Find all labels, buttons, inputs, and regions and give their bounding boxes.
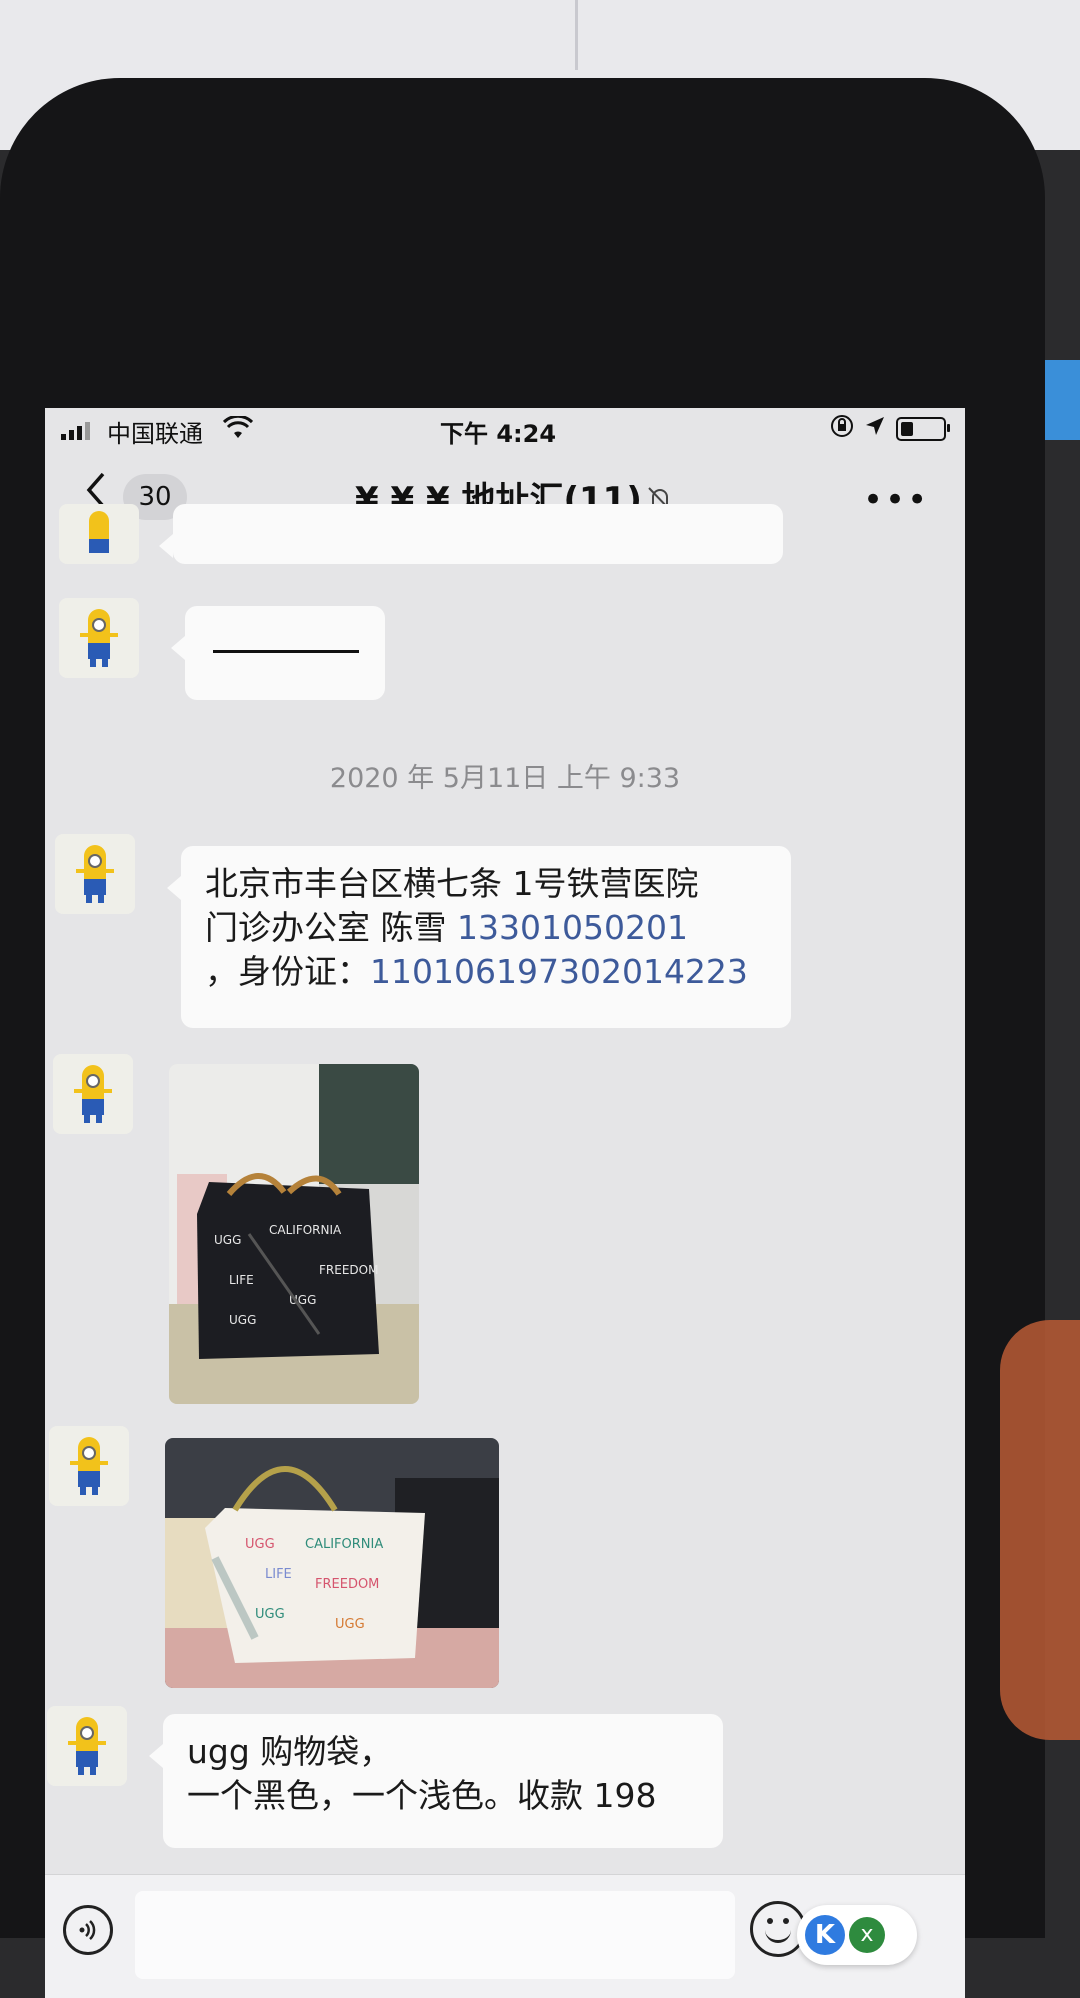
- phone-frame: 中国联通 下午 4:24 30 ¥ ¥ ¥ 地址汇(11) ••• 2020 年…: [0, 78, 1045, 1998]
- svg-text:UGG: UGG: [214, 1233, 241, 1247]
- rotation-lock-icon: [830, 414, 854, 444]
- avatar[interactable]: [47, 1706, 127, 1786]
- id-number-link[interactable]: 110106197302014223: [370, 952, 748, 991]
- chat-messages[interactable]: 2020 年 5月11日 上午 9:33 北京市丰台区横七条 1号铁营医院 门诊…: [45, 504, 965, 1874]
- product-line-2: 一个黑色，一个浅色。收款 198: [187, 1776, 657, 1815]
- recipient-text: 门诊办公室 陈雪: [205, 908, 457, 947]
- svg-text:FREEDOM: FREEDOM: [315, 1577, 379, 1592]
- dash-message-bubble[interactable]: [171, 606, 385, 700]
- floating-app-badge[interactable]: K x: [797, 1905, 917, 1965]
- monitor-divider: [575, 0, 578, 70]
- svg-text:CALIFORNIA: CALIFORNIA: [269, 1223, 342, 1237]
- voice-input-icon[interactable]: [63, 1905, 113, 1955]
- product-line-1: ugg 购物袋，: [187, 1732, 393, 1771]
- background-strip: [1045, 360, 1080, 440]
- finger-holding-phone: [1000, 1320, 1080, 1740]
- address-line-2: 门诊办公室 陈雪 13301050201: [205, 906, 767, 950]
- input-bar: K x: [45, 1874, 965, 1998]
- carrier-name: 中国联通: [107, 420, 203, 448]
- more-menu-icon[interactable]: •••: [863, 480, 929, 520]
- svg-text:CALIFORNIA: CALIFORNIA: [305, 1537, 383, 1552]
- avatar[interactable]: [59, 598, 139, 678]
- signal-icon: [61, 422, 90, 440]
- svg-text:UGG: UGG: [245, 1537, 275, 1552]
- address-line-1: 北京市丰台区横七条 1号铁营医院: [205, 864, 699, 903]
- k-app-icon[interactable]: K: [805, 1915, 845, 1955]
- status-icons: [830, 414, 950, 444]
- message-timestamp: 2020 年 5月11日 上午 9:33: [329, 763, 681, 794]
- dash-line: [213, 650, 359, 653]
- close-x-icon[interactable]: x: [849, 1917, 885, 1953]
- light-bag-photo[interactable]: UGG CALIFORNIA LIFE FREEDOM UGG UGG: [165, 1438, 499, 1688]
- avatar[interactable]: [53, 1054, 133, 1134]
- black-bag-photo[interactable]: UGG CALIFORNIA LIFE UGG FREEDOM UGG: [169, 1064, 419, 1404]
- message-input[interactable]: [135, 1891, 735, 1979]
- battery-fill: [901, 422, 913, 436]
- svg-text:LIFE: LIFE: [229, 1273, 254, 1287]
- svg-text:LIFE: LIFE: [265, 1567, 292, 1582]
- avatar[interactable]: [49, 1426, 129, 1506]
- svg-text:FREEDOM: FREEDOM: [319, 1263, 378, 1277]
- wifi-icon: [222, 414, 254, 446]
- address-message-bubble[interactable]: 北京市丰台区横七条 1号铁营医院 门诊办公室 陈雪 13301050201 ，身…: [167, 846, 791, 1028]
- battery-icon: [896, 417, 950, 441]
- id-label: ，身份证：: [205, 952, 370, 991]
- phone-number-link[interactable]: 13301050201: [457, 908, 688, 947]
- svg-text:UGG: UGG: [335, 1617, 365, 1632]
- address-line-3: ，身份证：110106197302014223: [205, 950, 767, 994]
- status-bar: 中国联通 下午 4:24: [45, 408, 965, 454]
- svg-text:UGG: UGG: [255, 1607, 285, 1622]
- location-icon: [864, 415, 886, 443]
- avatar[interactable]: [59, 504, 139, 564]
- product-message-bubble[interactable]: ugg 购物袋， 一个黑色，一个浅色。收款 198: [149, 1714, 723, 1848]
- clock-time: 下午 4:24: [440, 420, 557, 448]
- avatar[interactable]: [55, 834, 135, 914]
- phone-screen: 中国联通 下午 4:24 30 ¥ ¥ ¥ 地址汇(11) ••• 2020 年…: [45, 408, 965, 1998]
- partial-message-bubble[interactable]: [159, 504, 783, 564]
- svg-text:UGG: UGG: [229, 1313, 256, 1327]
